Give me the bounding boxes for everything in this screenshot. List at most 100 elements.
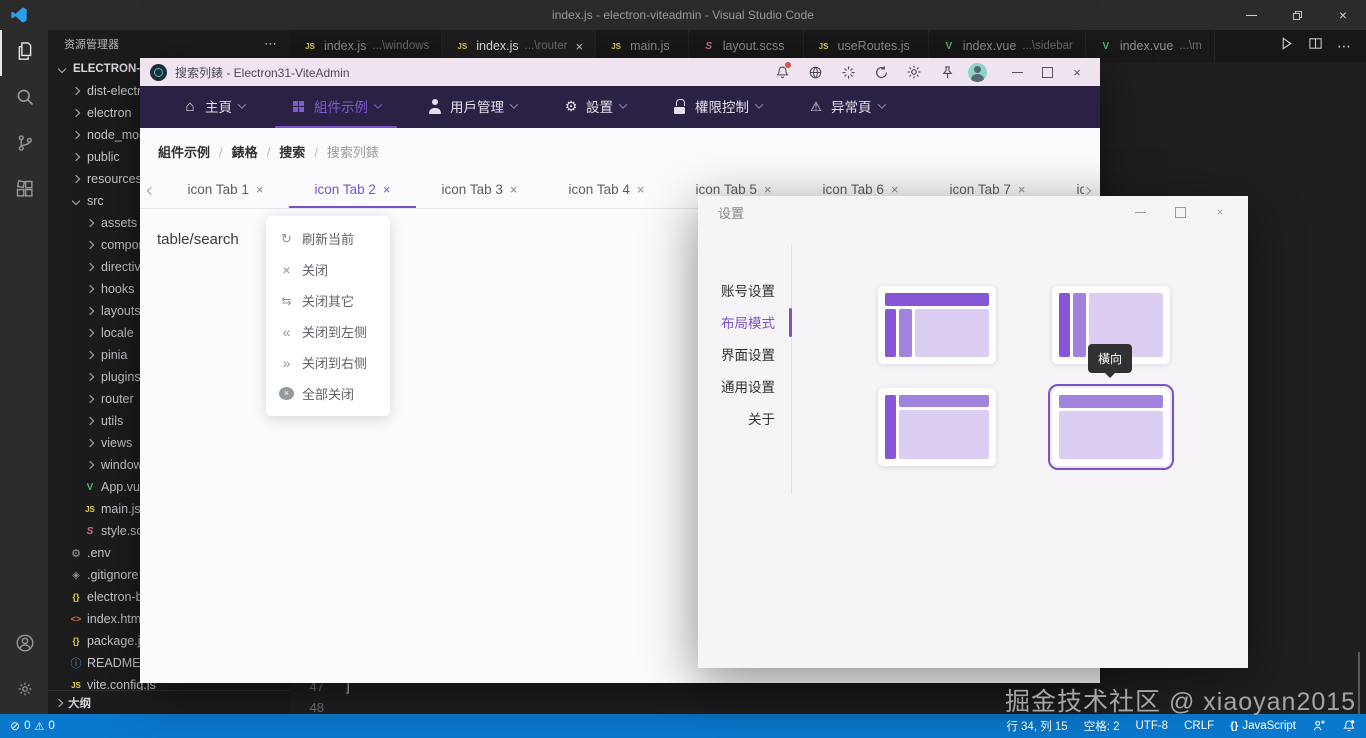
settings-menu-item[interactable]: 账号设置	[718, 274, 775, 306]
tab-filename: index.js	[476, 39, 518, 53]
breadcrumb-item[interactable]: 搜索	[279, 142, 327, 161]
app-maximize-icon[interactable]	[1032, 61, 1062, 83]
file-icon	[82, 242, 98, 248]
app-tab-close-icon[interactable]: ×	[637, 182, 645, 197]
user-avatar[interactable]	[968, 63, 987, 82]
app-close-icon[interactable]: ×	[1062, 61, 1092, 83]
app-tab-close-icon[interactable]: ×	[256, 182, 264, 197]
activity-icon	[15, 179, 35, 204]
app-tab-close-icon[interactable]: ×	[764, 182, 772, 197]
app-tab[interactable]: icon Tab 3 ×	[416, 173, 543, 208]
breadcrumb-item[interactable]: 搜索列錶	[327, 142, 379, 161]
app-tab[interactable]: icon Tab 1 ×	[162, 173, 289, 208]
dialog-close-icon[interactable]: ×	[1206, 201, 1234, 223]
indentation[interactable]: 空格: 2	[1084, 718, 1120, 734]
activity-bar-bottom-icon[interactable]	[0, 622, 48, 668]
feedback-icon[interactable]	[1312, 719, 1326, 733]
minimize-icon[interactable]	[1228, 0, 1274, 30]
tab-path-hint: ...\router	[525, 40, 568, 52]
notifications-icon[interactable]	[1342, 719, 1356, 733]
cursor-position[interactable]: 行 34, 列 15	[1006, 718, 1067, 734]
file-name: layouts	[101, 304, 141, 318]
layout-preview-row	[885, 395, 989, 459]
nav-item[interactable]: 主頁	[166, 86, 261, 128]
breadcrumb-item[interactable]: 錶格	[232, 142, 280, 161]
encoding[interactable]: UTF-8	[1136, 720, 1169, 732]
context-menu-item[interactable]: 刷新当前	[266, 223, 390, 254]
nav-label: 設置	[586, 96, 613, 116]
app-tab-close-icon[interactable]: ×	[510, 182, 518, 197]
layout-option-card[interactable]	[1052, 388, 1170, 466]
split-editor-icon[interactable]	[1308, 36, 1323, 56]
activity-bar-icon[interactable]	[0, 122, 48, 168]
more-actions-icon[interactable]: ⋯	[1337, 38, 1352, 55]
context-menu-item[interactable]: 关闭到左侧	[266, 316, 390, 347]
nav-item[interactable]: 用戶管理	[411, 86, 533, 128]
eol-sequence[interactable]: CRLF	[1184, 720, 1214, 732]
activity-bar-icon[interactable]	[0, 76, 48, 122]
context-menu-item[interactable]: 全部关闭	[266, 378, 390, 409]
app-tab-label: icon Tab 4	[569, 182, 630, 197]
app-tab[interactable]: icon Tab 2 ×	[289, 173, 416, 208]
problems-status[interactable]: 0 0	[10, 719, 55, 733]
dialog-maximize-icon[interactable]	[1166, 201, 1194, 223]
layout-option-card[interactable]	[878, 388, 996, 466]
file-icon	[68, 570, 84, 581]
editor-scrollbar[interactable]	[1358, 652, 1360, 714]
context-menu-icon	[279, 324, 294, 340]
nav-item[interactable]: 組件示例	[275, 86, 397, 128]
dialog-minimize-icon[interactable]	[1126, 201, 1154, 223]
titlebar-icon[interactable]	[869, 61, 893, 83]
outline-section[interactable]: 大纲	[48, 690, 290, 714]
settings-menu-item[interactable]: 界面设置	[718, 338, 775, 370]
run-icon[interactable]	[1279, 36, 1294, 56]
file-icon	[82, 308, 98, 314]
settings-menu-item[interactable]: 关于	[718, 402, 775, 434]
breadcrumb-item[interactable]: 組件示例	[158, 142, 232, 161]
activity-icon	[15, 87, 35, 112]
restore-icon[interactable]	[1274, 0, 1320, 30]
explorer-more-icon[interactable]: ⋯	[264, 36, 278, 52]
app-tab-label: icon Tab 1	[188, 182, 249, 197]
nav-item[interactable]: 异常頁	[792, 86, 901, 128]
explorer-title: 资源管理器	[64, 36, 119, 52]
nav-item[interactable]: 設置	[547, 86, 642, 128]
tab-close-icon[interactable]: ×	[576, 39, 584, 54]
settings-menu-item[interactable]: 布局模式	[718, 306, 775, 338]
titlebar-icon[interactable]	[803, 61, 827, 83]
context-menu-item[interactable]: 关闭到右侧	[266, 347, 390, 378]
titlebar-icon[interactable]	[836, 61, 860, 83]
titlebar-icon[interactable]	[902, 61, 926, 83]
dialog-title: 设置	[718, 203, 744, 222]
file-name: public	[87, 150, 120, 164]
explorer-header: 资源管理器 ⋯	[48, 30, 290, 58]
app-tab[interactable]: icon Tab 4 ×	[543, 173, 670, 208]
titlebar-icon[interactable]	[770, 61, 794, 83]
activity-bar-bottom-icon[interactable]	[0, 668, 48, 714]
app-minimize-icon[interactable]	[1002, 61, 1032, 83]
nav-item[interactable]: 權限控制	[656, 86, 778, 128]
context-menu-item[interactable]: 关闭	[266, 254, 390, 285]
app-tab-close-icon[interactable]: ×	[1018, 182, 1026, 197]
errors-icon	[10, 719, 20, 733]
layout-preview-header	[885, 293, 989, 306]
file-icon	[82, 286, 98, 292]
app-tab-close-icon[interactable]: ×	[383, 182, 391, 197]
context-menu-label: 全部关闭	[302, 384, 354, 403]
activity-bar-icon[interactable]	[0, 168, 48, 214]
layout-preview-row	[1059, 411, 1163, 459]
settings-menu-item[interactable]: 通用设置	[718, 370, 775, 402]
editor-tab[interactable]: index.vue ...\m	[1086, 30, 1215, 62]
titlebar-icon[interactable]	[935, 61, 959, 83]
file-name: index.html	[87, 612, 144, 626]
chevron-down-icon	[877, 100, 885, 108]
context-menu-item[interactable]: 关闭其它	[266, 285, 390, 316]
app-tab-label: icon Tab 6	[823, 182, 884, 197]
close-icon[interactable]: ×	[1320, 0, 1366, 30]
tab-scroll-left-icon[interactable]	[140, 173, 162, 208]
context-menu-icon	[279, 231, 294, 247]
language-mode[interactable]: {} JavaScript	[1230, 720, 1296, 732]
activity-bar-icon[interactable]	[0, 30, 48, 76]
app-tab-close-icon[interactable]: ×	[891, 182, 899, 197]
layout-option-card[interactable]	[878, 286, 996, 364]
